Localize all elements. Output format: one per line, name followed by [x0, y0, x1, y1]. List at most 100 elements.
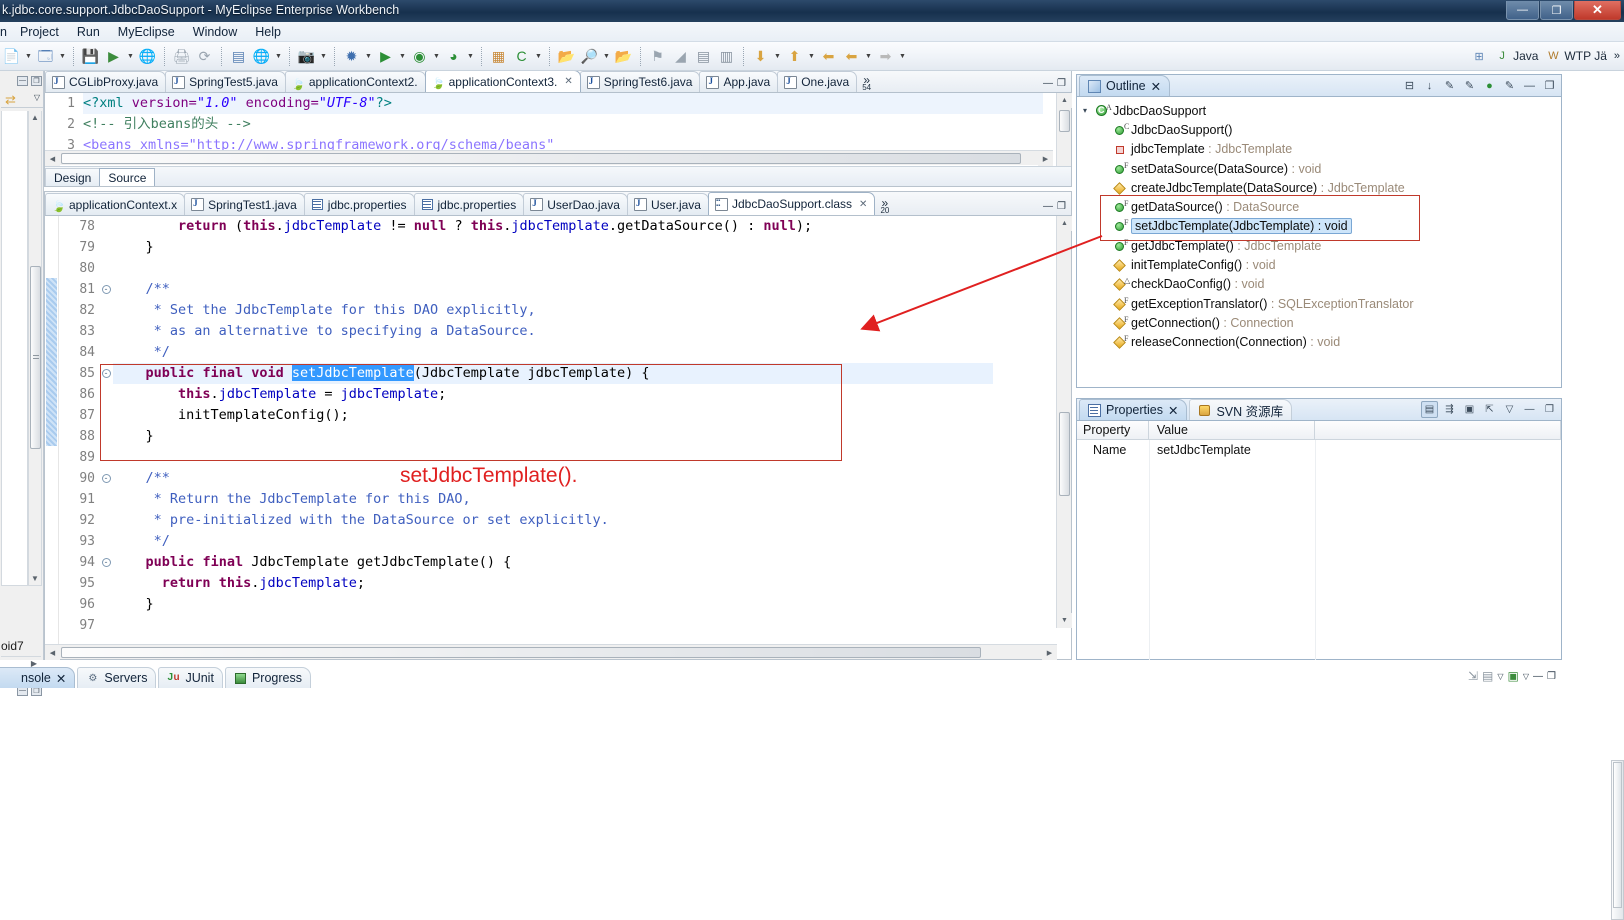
- chevron-down-icon[interactable]: ▼: [125, 46, 136, 66]
- fold-marker[interactable]: [99, 615, 113, 636]
- fold-marker[interactable]: [99, 489, 113, 510]
- view-menu-icon[interactable]: ▽: [1501, 401, 1518, 418]
- minimize-icon[interactable]: —: [1043, 201, 1053, 212]
- chevron-down-icon[interactable]: ▼: [363, 46, 374, 66]
- show-categories-icon[interactable]: ▤: [1421, 401, 1438, 418]
- toggle-mark-2-icon[interactable]: ▥: [716, 46, 737, 67]
- perspective-java[interactable]: JJava: [1494, 48, 1538, 64]
- chevron-down-icon[interactable]: ▼: [397, 46, 408, 66]
- java-editor-text-area[interactable]: 7879808182838485868788899091929394959697…: [45, 216, 1057, 644]
- editor-tab-springtest5-java[interactable]: JSpringTest5.java: [165, 71, 286, 92]
- restore-default-icon[interactable]: ▣: [1461, 401, 1478, 418]
- fold-marker[interactable]: -: [99, 279, 113, 300]
- fold-marker[interactable]: [99, 405, 113, 426]
- chevron-down-icon[interactable]: ▼: [465, 46, 476, 66]
- outline-item-createjdbctemplate-datasource-[interactable]: createJdbcTemplate(DataSource) : JdbcTem…: [1077, 178, 1561, 197]
- os-scrollbar[interactable]: [1611, 760, 1624, 920]
- close-icon[interactable]: ✕: [1151, 79, 1161, 94]
- new-package-icon[interactable]: ▦: [488, 46, 509, 67]
- sort-icon[interactable]: ↓: [1421, 77, 1438, 94]
- close-icon[interactable]: ✕: [56, 671, 66, 686]
- chevron-down-icon[interactable]: ▼: [318, 46, 329, 66]
- chevron-down-icon[interactable]: ▼: [601, 46, 612, 66]
- fold-marker[interactable]: [99, 447, 113, 468]
- tab-outline[interactable]: Outline ✕: [1079, 75, 1170, 96]
- fold-marker[interactable]: [99, 300, 113, 321]
- fold-marker[interactable]: [99, 594, 113, 615]
- chevron-down-icon-2[interactable]: ▽: [1523, 672, 1529, 681]
- tab-svn-repository[interactable]: SVN 资源库: [1189, 399, 1292, 420]
- editor-tab-jdbc-properties[interactable]: jdbc.properties: [414, 193, 525, 215]
- web-browser-icon[interactable]: 🌐: [251, 46, 272, 67]
- outline-item-jdbctemplate[interactable]: jdbcTemplate : JdbcTemplate: [1077, 140, 1561, 159]
- restore-button[interactable]: ❐: [1540, 1, 1573, 20]
- bottom-tab-progress[interactable]: Progress: [225, 667, 311, 688]
- next-edit-icon[interactable]: ⬇: [750, 46, 771, 67]
- editor-tab-applicationcontext-x[interactable]: 🍃applicationContext.x: [45, 193, 185, 215]
- minimize-button[interactable]: —: [1506, 1, 1539, 20]
- xml-design-tab[interactable]: Design: [45, 168, 100, 186]
- open-browser-icon[interactable]: 🌐: [137, 46, 158, 67]
- run-external-icon[interactable]: ◉: [409, 46, 430, 67]
- maximize-icon[interactable]: ❐: [1547, 671, 1556, 682]
- fold-marker[interactable]: [99, 573, 113, 594]
- open-console-icon[interactable]: ▣: [1508, 669, 1519, 683]
- editor-tab-cglibproxy-java[interactable]: JCGLibProxy.java: [45, 71, 166, 92]
- export-icon[interactable]: ⇲: [1468, 669, 1478, 683]
- search-icon[interactable]: 🔎: [579, 46, 600, 67]
- editor-tab-jdbc-properties[interactable]: jdbc.properties: [304, 193, 415, 215]
- xml-vertical-scrollbar[interactable]: ▲: [1056, 93, 1071, 166]
- tab-overflow-chevron[interactable]: »54: [862, 76, 871, 92]
- chevron-down-icon[interactable]: ▼: [23, 46, 34, 66]
- tab-properties[interactable]: Properties✕: [1079, 399, 1187, 420]
- maximize-icon[interactable]: ❐: [1057, 201, 1066, 212]
- outline-item-setdatasource-datasource-[interactable]: FsetDataSource(DataSource) : void: [1077, 159, 1561, 178]
- fold-marker[interactable]: [99, 258, 113, 279]
- minimize-icon[interactable]: —: [1521, 77, 1538, 94]
- prev-annotation-icon[interactable]: ◢: [670, 46, 691, 67]
- fold-marker[interactable]: -: [99, 552, 113, 573]
- chevron-down-icon[interactable]: ▽: [1497, 672, 1503, 681]
- prev-edit-icon[interactable]: ⬆: [784, 46, 805, 67]
- open-resource-icon[interactable]: 📂: [613, 46, 634, 67]
- toolbar-overflow[interactable]: »: [1614, 50, 1620, 62]
- hide-static-icon[interactable]: ✎: [1461, 77, 1478, 94]
- chevron-down-icon[interactable]: ▼: [897, 46, 908, 66]
- refresh-gray-icon[interactable]: ⟳: [194, 46, 215, 67]
- editor-tab-user-java[interactable]: JUser.java: [627, 193, 709, 215]
- chevron-down-icon[interactable]: ▼: [806, 46, 817, 66]
- minimize-icon[interactable]: —: [1533, 671, 1543, 682]
- minimize-icon[interactable]: —: [17, 76, 28, 86]
- back-icon[interactable]: ⬅: [841, 46, 862, 67]
- outline-item-setjdbctemplate-jdbctemplate-void[interactable]: FsetJdbcTemplate(JdbcTemplate) : void: [1077, 217, 1561, 236]
- close-icon[interactable]: ✕: [859, 199, 867, 210]
- new-deploy-icon[interactable]: 🗔: [35, 46, 56, 67]
- run-server-icon[interactable]: ◕: [443, 46, 464, 67]
- chevron-down-icon[interactable]: ▼: [431, 46, 442, 66]
- perspective-wtp[interactable]: WWTP Jä: [1545, 48, 1606, 64]
- editor-tab-springtest6-java[interactable]: JSpringTest6.java: [580, 71, 701, 92]
- menu-item-myeclipse[interactable]: MyEclipse: [109, 24, 184, 40]
- show-advanced-icon[interactable]: ⇶: [1441, 401, 1458, 418]
- outline-item-getexceptiontranslator-[interactable]: FgetExceptionTranslator() : SQLException…: [1077, 294, 1561, 313]
- outline-root[interactable]: ▾CAJdbcDaoSupport: [1077, 101, 1561, 120]
- fold-marker[interactable]: [99, 510, 113, 531]
- java-annotation-ruler[interactable]: [45, 216, 59, 644]
- collapse-all-icon[interactable]: ⊟: [1401, 77, 1418, 94]
- close-icon[interactable]: ✕: [564, 76, 572, 87]
- expander-icon[interactable]: ▾: [1083, 106, 1095, 115]
- menu-item-run[interactable]: Run: [68, 24, 109, 40]
- new-wizard-icon[interactable]: 📄: [1, 46, 22, 67]
- outline-item-inittemplateconfig-[interactable]: initTemplateConfig() : void: [1077, 255, 1561, 274]
- bottom-tab-servers[interactable]: ⚙Servers: [77, 667, 156, 688]
- view-menu-icon[interactable]: ▽: [34, 93, 40, 102]
- chevron-down-icon[interactable]: ▼: [273, 46, 284, 66]
- editor-tab-jdbcdaosupport-class[interactable]: ▪▪▪▪JdbcDaoSupport.class✕: [708, 192, 875, 215]
- close-button[interactable]: ✕: [1574, 1, 1621, 20]
- editor-tab-app-java[interactable]: JApp.java: [699, 71, 778, 92]
- java-horizontal-scrollbar[interactable]: ◀ ▶: [45, 644, 1057, 659]
- java-fold-column[interactable]: ----: [99, 216, 113, 644]
- editor-tab-userdao-java[interactable]: JUserDao.java: [523, 193, 628, 215]
- run-icon[interactable]: ▶: [375, 46, 396, 67]
- fold-marker[interactable]: [99, 342, 113, 363]
